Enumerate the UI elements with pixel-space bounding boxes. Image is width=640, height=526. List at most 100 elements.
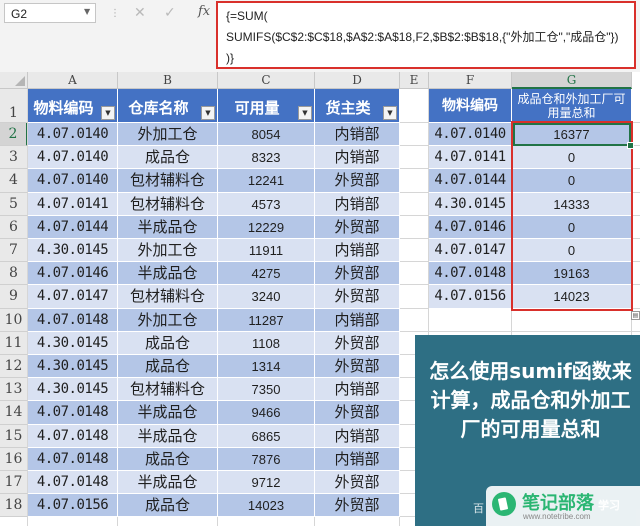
table-cell[interactable]: 半成品仓	[118, 471, 218, 495]
table-cell[interactable]: 外贸部	[315, 471, 400, 495]
chevron-down-icon[interactable]: ▼	[84, 7, 90, 16]
table-cell[interactable]: 1108	[218, 331, 315, 355]
row-header-12[interactable]: 12	[0, 355, 28, 379]
table-cell[interactable]: 内销部	[315, 308, 400, 332]
fx-icon[interactable]: fx	[198, 4, 210, 19]
check-icon[interactable]: ✓	[164, 5, 176, 21]
table-cell[interactable]: 外加工仓	[118, 308, 218, 332]
close-icon[interactable]: ✕	[134, 5, 146, 21]
active-cell-g2[interactable]	[513, 123, 631, 147]
filter-dropdown-icon[interactable]: ▼	[383, 106, 397, 120]
table-cell[interactable]: 内销部	[315, 378, 400, 402]
table-cell[interactable]: 8054	[218, 123, 315, 147]
table-cell[interactable]: 外贸部	[315, 494, 400, 518]
row-header-10[interactable]: 10	[0, 308, 28, 332]
table-cell[interactable]: 4.07.0147	[28, 285, 118, 309]
table-cell[interactable]: 成品仓	[118, 355, 218, 379]
row-header-9[interactable]: 9	[0, 285, 28, 309]
quick-analysis-icon[interactable]: ▤	[631, 310, 640, 320]
table-cell[interactable]: 外贸部	[315, 401, 400, 425]
table-cell[interactable]: 外贸部	[315, 331, 400, 355]
column-header-g[interactable]: G	[512, 72, 632, 89]
row-header-3[interactable]: 3	[0, 146, 28, 170]
table-cell[interactable]: 4.30.0145	[28, 331, 118, 355]
row-header-17[interactable]: 17	[0, 471, 28, 495]
table-cell[interactable]: 1314	[218, 355, 315, 379]
table-cell[interactable]: 成品仓	[118, 331, 218, 355]
table-cell[interactable]: 包材辅料仓	[118, 192, 218, 216]
fill-handle[interactable]	[627, 142, 634, 150]
name-box[interactable]: G2	[4, 3, 96, 23]
row-header-18[interactable]: 18	[0, 494, 28, 518]
table-cell[interactable]: 成品仓	[118, 447, 218, 471]
row-header-4[interactable]: 4	[0, 169, 28, 193]
result-code-cell[interactable]: 4.07.0147	[429, 239, 512, 263]
column-header-c[interactable]: C	[218, 72, 315, 89]
row-header-5[interactable]: 5	[0, 192, 28, 216]
table-cell[interactable]: 外贸部	[315, 169, 400, 193]
table-cell[interactable]: 4.07.0148	[28, 447, 118, 471]
table-cell[interactable]: 4.30.0145	[28, 239, 118, 263]
table-cell[interactable]: 包材辅料仓	[118, 378, 218, 402]
result-code-cell[interactable]: 4.30.0145	[429, 192, 512, 216]
result-code-cell[interactable]: 4.07.0144	[429, 169, 512, 193]
row-header-15[interactable]: 15	[0, 424, 28, 448]
table-cell[interactable]: 内销部	[315, 239, 400, 263]
table-cell[interactable]: 4.07.0141	[28, 192, 118, 216]
formula-input[interactable]: {=SUM( SUMIFS($C$2:$C$18,$A$2:$A$18,F2,$…	[216, 1, 636, 69]
table-cell[interactable]: 半成品仓	[118, 424, 218, 448]
column-header-a[interactable]: A	[28, 72, 118, 89]
table-cell[interactable]: 12229	[218, 215, 315, 239]
table-cell[interactable]: 外贸部	[315, 262, 400, 286]
row-header-1[interactable]: 1	[0, 89, 28, 123]
table-cell[interactable]: 内销部	[315, 447, 400, 471]
drag-handle-icon[interactable]: ⋮	[110, 8, 120, 19]
table-cell[interactable]: 4.30.0145	[28, 355, 118, 379]
column-header-b[interactable]: B	[118, 72, 218, 89]
result-code-cell[interactable]: 4.07.0148	[429, 262, 512, 286]
column-header-e[interactable]: E	[400, 72, 429, 89]
row-header-6[interactable]: 6	[0, 215, 28, 239]
column-header-d[interactable]: D	[315, 72, 400, 89]
table-cell[interactable]: 半成品仓	[118, 401, 218, 425]
table-cell[interactable]: 外加工仓	[118, 239, 218, 263]
row-header-14[interactable]: 14	[0, 401, 28, 425]
table-cell[interactable]: 4.07.0148	[28, 401, 118, 425]
column-header-f[interactable]: F	[429, 72, 512, 89]
table-cell[interactable]: 内销部	[315, 146, 400, 170]
table-cell[interactable]: 11287	[218, 308, 315, 332]
table-cell[interactable]: 7350	[218, 378, 315, 402]
result-code-cell[interactable]: 4.07.0140	[429, 123, 512, 147]
result-code-cell[interactable]: 4.07.0141	[429, 146, 512, 170]
row-header-11[interactable]: 11	[0, 331, 28, 355]
table-cell[interactable]: 4.07.0146	[28, 262, 118, 286]
table-cell[interactable]: 7876	[218, 447, 315, 471]
table-cell[interactable]: 半成品仓	[118, 262, 218, 286]
result-code-cell[interactable]: 4.07.0156	[429, 285, 512, 309]
table-cell[interactable]: 6865	[218, 424, 315, 448]
table-cell[interactable]: 外贸部	[315, 355, 400, 379]
table-cell[interactable]: 4.07.0148	[28, 424, 118, 448]
result-code-cell[interactable]: 4.07.0146	[429, 215, 512, 239]
table-cell[interactable]: 4.07.0156	[28, 494, 118, 518]
table-cell[interactable]: 外贸部	[315, 285, 400, 309]
table-cell[interactable]: 8323	[218, 146, 315, 170]
select-all-corner[interactable]	[0, 72, 28, 89]
row-header-16[interactable]: 16	[0, 447, 28, 471]
table-cell[interactable]: 半成品仓	[118, 215, 218, 239]
filter-dropdown-icon[interactable]: ▼	[298, 106, 312, 120]
table-cell[interactable]: 4.30.0145	[28, 378, 118, 402]
table-cell[interactable]: 14023	[218, 494, 315, 518]
table-cell[interactable]: 包材辅料仓	[118, 169, 218, 193]
filter-dropdown-icon[interactable]: ▼	[201, 106, 215, 120]
table-cell[interactable]: 4573	[218, 192, 315, 216]
table-cell[interactable]: 外贸部	[315, 215, 400, 239]
row-header-7[interactable]: 7	[0, 239, 28, 263]
table-cell[interactable]: 11911	[218, 239, 315, 263]
table-cell[interactable]: 内销部	[315, 424, 400, 448]
table-cell[interactable]: 4.07.0140	[28, 169, 118, 193]
row-header-2[interactable]: 2	[0, 123, 28, 147]
table-cell[interactable]: 4.07.0148	[28, 471, 118, 495]
table-cell[interactable]: 包材辅料仓	[118, 285, 218, 309]
table-cell[interactable]: 成品仓	[118, 494, 218, 518]
